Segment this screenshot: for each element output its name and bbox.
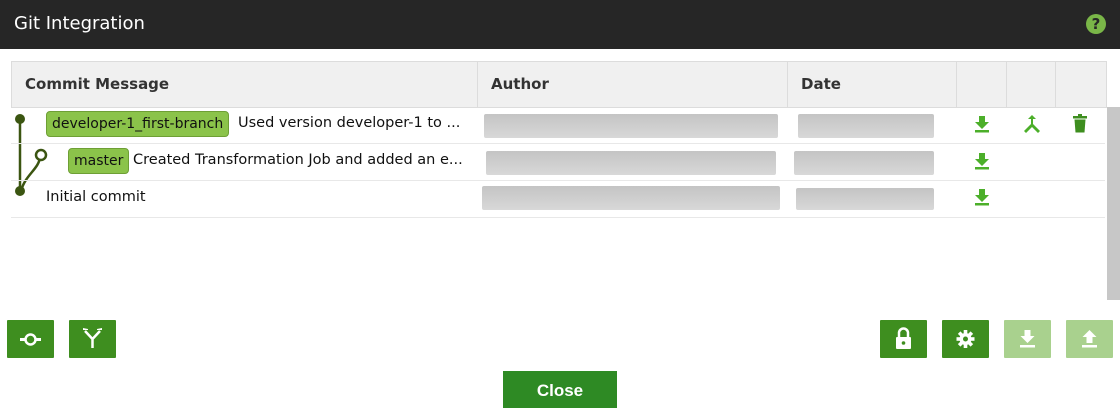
- branch-button[interactable]: [69, 320, 116, 358]
- author-cell: [486, 151, 776, 175]
- title-bar: Git Integration ?: [0, 0, 1120, 49]
- lock-button[interactable]: [880, 320, 927, 358]
- commit-table: Commit Message Author Date developer-1_f…: [11, 61, 1107, 301]
- column-header-action-3: [1056, 62, 1106, 107]
- lock-icon: [896, 327, 911, 349]
- column-header-commit-message[interactable]: Commit Message: [12, 62, 478, 107]
- table-row[interactable]: master Created Transformation Job and ad…: [11, 144, 1105, 181]
- date-cell: [796, 188, 934, 210]
- question-icon[interactable]: ?: [1086, 14, 1106, 34]
- column-header-author[interactable]: Author: [478, 62, 788, 107]
- gear-icon: [956, 330, 975, 348]
- window-title: Git Integration: [14, 13, 145, 34]
- download-icon[interactable]: [974, 115, 990, 133]
- branch-icon: [83, 328, 102, 348]
- column-header-action-2: [1007, 62, 1056, 107]
- pull-icon: [1020, 330, 1035, 348]
- commit-message: Used version developer-1 to ...: [238, 115, 461, 131]
- author-cell: [484, 114, 778, 138]
- author-cell: [482, 186, 780, 210]
- column-header-date[interactable]: Date: [788, 62, 957, 107]
- date-cell: [794, 151, 934, 175]
- pull-button[interactable]: [1004, 320, 1051, 358]
- delete-icon[interactable]: [1072, 114, 1088, 134]
- merge-icon[interactable]: [1022, 114, 1042, 134]
- commit-message: Initial commit: [46, 189, 146, 205]
- push-button[interactable]: [1066, 320, 1113, 358]
- commit-icon: [20, 333, 41, 346]
- date-cell: [798, 114, 934, 138]
- push-icon: [1082, 330, 1097, 348]
- table-header: Commit Message Author Date: [11, 61, 1107, 108]
- download-icon[interactable]: [974, 152, 990, 170]
- branch-tag[interactable]: developer-1_first-branch: [46, 111, 230, 137]
- download-icon[interactable]: [974, 188, 990, 206]
- close-button[interactable]: Close: [503, 371, 617, 408]
- table-row[interactable]: developer-1_first-branch Used version de…: [11, 107, 1105, 144]
- column-header-action-1: [957, 62, 1007, 107]
- branch-tag[interactable]: master: [68, 148, 130, 174]
- commit-message: Created Transformation Job and added an …: [133, 152, 463, 168]
- commit-button[interactable]: [7, 320, 54, 358]
- settings-button[interactable]: [942, 320, 989, 358]
- table-row[interactable]: Initial commit: [11, 181, 1105, 218]
- vertical-scrollbar[interactable]: [1107, 107, 1120, 300]
